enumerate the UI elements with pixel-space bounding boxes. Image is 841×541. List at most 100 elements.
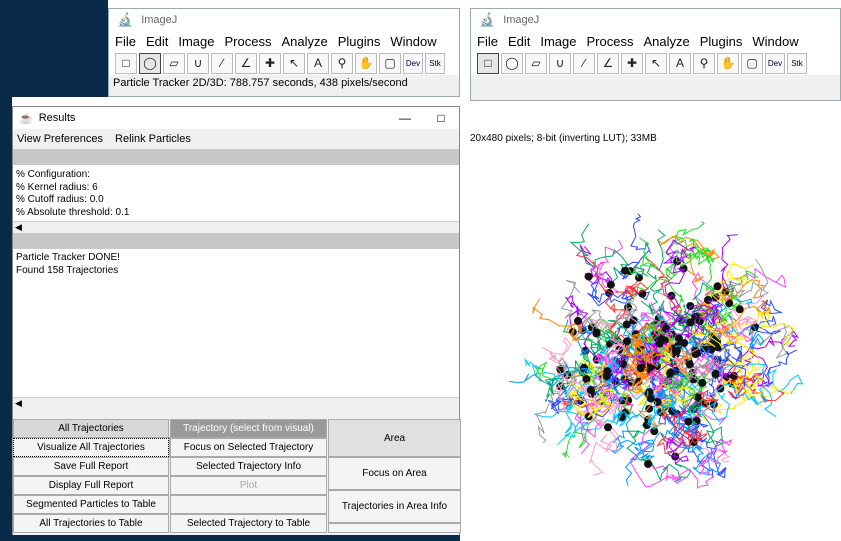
empty-cell: [328, 523, 461, 533]
wand-tool-icon[interactable]: ↖: [645, 52, 667, 74]
particle-marker: [586, 386, 595, 394]
particle-marker: [698, 378, 707, 387]
menu-relink-particles[interactable]: Relink Particles: [115, 133, 191, 145]
menu-plugins[interactable]: Plugins: [338, 34, 381, 49]
focus-area-button[interactable]: Focus on Area: [328, 457, 461, 490]
menu-edit[interactable]: Edit: [508, 34, 530, 49]
menu-image[interactable]: Image: [178, 34, 214, 49]
log-line: Particle Tracker DONE!: [16, 252, 120, 263]
hand-tool-icon[interactable]: ✋: [355, 52, 377, 74]
particle-marker: [582, 375, 591, 384]
empty-cell: [170, 495, 327, 514]
magnifier-tool-icon[interactable]: ⚲: [693, 52, 715, 74]
scroll-left-icon[interactable]: ◀: [15, 398, 22, 409]
rectangle-tool-icon[interactable]: □: [115, 52, 137, 74]
menu-view-preferences[interactable]: View Preferences: [17, 133, 103, 145]
text-tool-icon[interactable]: A: [307, 52, 329, 74]
menu-file[interactable]: File: [477, 34, 498, 49]
point-tool-icon[interactable]: ✚: [621, 52, 643, 74]
menu-window[interactable]: Window: [390, 34, 436, 49]
particle-marker: [644, 460, 653, 468]
text-tool-icon[interactable]: A: [669, 52, 691, 74]
imagej-main-window-2: 🔬 ImageJ File Edit Image Process Analyze…: [470, 8, 841, 101]
oval-tool-icon[interactable]: ◯: [501, 52, 523, 74]
polygon-tool-icon[interactable]: ▱: [525, 52, 547, 74]
horizontal-scrollbar[interactable]: ◀: [13, 397, 459, 409]
angle-tool-icon[interactable]: ∠: [235, 52, 257, 74]
menu-file[interactable]: File: [115, 34, 136, 49]
magnifier-tool-icon[interactable]: ⚲: [331, 52, 353, 74]
particle-marker: [672, 347, 681, 356]
desktop-background-bottom: [0, 535, 460, 541]
particle-marker: [621, 266, 630, 275]
wand-tool-icon[interactable]: ↖: [283, 52, 305, 74]
results-menu-bar: View Preferences Relink Particles: [13, 129, 459, 149]
particle-marker: [604, 423, 612, 432]
particle-marker: [655, 339, 664, 348]
config-line: % Absolute threshold: 0.1: [16, 206, 130, 218]
results-title-bar[interactable]: ☕ Results — □: [13, 107, 459, 129]
menu-analyze[interactable]: Analyze: [281, 34, 327, 49]
color-picker-icon[interactable]: ▢: [379, 52, 401, 74]
particle-marker: [606, 280, 615, 289]
menu-process[interactable]: Process: [587, 34, 634, 49]
tool-bar: □ ◯ ▱ ∪ ∕ ∠ ✚ ↖ A ⚲ ✋ ▢ Dev Stk: [109, 51, 459, 75]
imagej-title-bar[interactable]: 🔬 ImageJ: [109, 9, 459, 31]
dev-tool[interactable]: Dev: [403, 52, 423, 74]
scroll-left-icon[interactable]: ◀: [15, 222, 22, 233]
particle-marker: [711, 369, 720, 378]
particle-marker: [674, 334, 683, 343]
config-line: % Kernel radius: 6: [16, 181, 98, 193]
dev-tool[interactable]: Dev: [765, 52, 785, 74]
horizontal-scrollbar[interactable]: ◀: [13, 221, 459, 233]
freehand-tool-icon[interactable]: ∪: [187, 52, 209, 74]
menu-edit[interactable]: Edit: [146, 34, 168, 49]
particle-marker: [691, 350, 700, 358]
point-tool-icon[interactable]: ✚: [259, 52, 281, 74]
configuration-text[interactable]: % Configuration: % Kernel radius: 6 % Cu…: [13, 165, 459, 221]
angle-tool-icon[interactable]: ∠: [597, 52, 619, 74]
menu-bar-2: File Edit Image Process Analyze Plugins …: [471, 31, 840, 51]
visualize-all-button[interactable]: Visualize All Trajectories: [12, 437, 170, 458]
menu-analyze[interactable]: Analyze: [643, 34, 689, 49]
menu-image[interactable]: Image: [540, 34, 576, 49]
minimize-icon[interactable]: —: [387, 111, 423, 125]
freehand-tool-icon[interactable]: ∪: [549, 52, 571, 74]
selected-to-table-button[interactable]: Selected Trajectory to Table: [170, 514, 327, 533]
menu-process[interactable]: Process: [225, 34, 272, 49]
segmented-to-table-button[interactable]: Segmented Particles to Table: [13, 495, 169, 514]
log-text[interactable]: Particle Tracker DONE! Found 158 Traject…: [13, 249, 459, 397]
particle-marker: [623, 337, 632, 346]
tool-bar-2: □ ◯ ▱ ∪ ∕ ∠ ✚ ↖ A ⚲ ✋ ▢ Dev Stk: [471, 51, 840, 75]
all-to-table-button[interactable]: All Trajectories to Table: [13, 514, 169, 533]
display-full-report-button[interactable]: Display Full Report: [13, 476, 169, 495]
focus-selected-button[interactable]: Focus on Selected Trajectory: [170, 438, 327, 457]
trajectory-image[interactable]: [470, 150, 841, 541]
stk-tool[interactable]: Stk: [787, 52, 807, 74]
particle-marker: [574, 316, 582, 325]
selected-info-button[interactable]: Selected Trajectory Info: [170, 457, 327, 476]
polygon-tool-icon[interactable]: ▱: [163, 52, 185, 74]
stk-tool[interactable]: Stk: [425, 52, 445, 74]
plot-button[interactable]: Plot: [170, 476, 327, 495]
separator-band: [13, 149, 459, 165]
menu-plugins[interactable]: Plugins: [700, 34, 743, 49]
particle-marker: [684, 417, 693, 426]
color-picker-icon[interactable]: ▢: [741, 52, 763, 74]
save-full-report-button[interactable]: Save Full Report: [13, 457, 169, 476]
image-info-status: 20x480 pixels; 8-bit (inverting LUT); 33…: [470, 133, 657, 144]
menu-window[interactable]: Window: [752, 34, 798, 49]
hand-tool-icon[interactable]: ✋: [717, 52, 739, 74]
config-line: % Cutoff radius: 0.0: [16, 194, 104, 205]
rectangle-tool-icon[interactable]: □: [477, 52, 499, 74]
menu-bar: File Edit Image Process Analyze Plugins …: [109, 31, 459, 51]
results-window: ☕ Results — □ View Preferences Relink Pa…: [12, 106, 461, 541]
line-tool-icon[interactable]: ∕: [573, 52, 595, 74]
trajectories-in-area-button[interactable]: Trajectories in Area Info: [328, 490, 461, 523]
particle-marker: [646, 394, 655, 403]
oval-tool-icon[interactable]: ◯: [139, 52, 161, 74]
imagej-logo-icon: 🔬: [117, 12, 134, 27]
maximize-icon[interactable]: □: [423, 111, 459, 125]
line-tool-icon[interactable]: ∕: [211, 52, 233, 74]
imagej-title-bar-2[interactable]: 🔬 ImageJ: [471, 9, 840, 31]
